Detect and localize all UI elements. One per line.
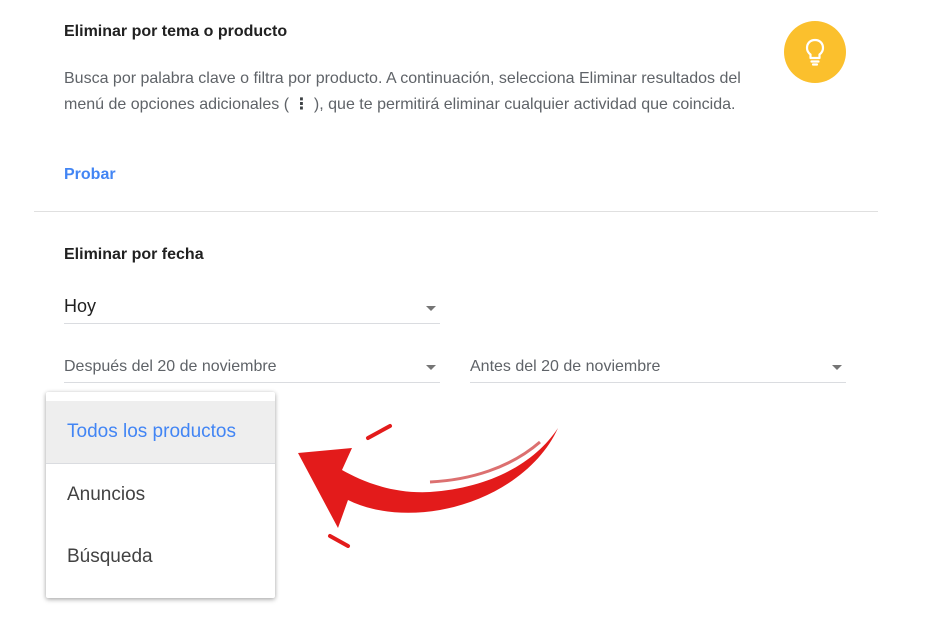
after-date-value: Después del 20 de noviembre bbox=[64, 358, 277, 375]
menu-item-search[interactable]: Búsqueda bbox=[46, 526, 275, 588]
more-options-icon: ⋮ bbox=[293, 96, 310, 113]
after-date-select[interactable]: Después del 20 de noviembre bbox=[64, 352, 440, 383]
menu-item-all-products[interactable]: Todos los productos bbox=[46, 401, 275, 464]
menu-item-ads[interactable]: Anuncios bbox=[46, 464, 275, 526]
date-range-value: Hoy bbox=[64, 296, 97, 316]
topic-section-title: Eliminar por tema o producto bbox=[64, 23, 288, 40]
menu-item-label: Anuncios bbox=[67, 484, 146, 505]
menu-item-label: Todos los productos bbox=[67, 421, 236, 442]
try-link[interactable]: Probar bbox=[64, 166, 116, 184]
date-section-title: Eliminar por fecha bbox=[64, 246, 204, 263]
red-arrow-annotation bbox=[298, 424, 558, 548]
section-divider bbox=[34, 211, 878, 212]
date-range-select[interactable]: Hoy bbox=[64, 293, 440, 324]
product-dropdown-menu: Todos los productos Anuncios Búsqueda bbox=[46, 392, 275, 598]
description-text-part2: ), que te permitirá eliminar cualquier a… bbox=[309, 96, 736, 113]
topic-section-description: Busca por palabra clave o filtra por pro… bbox=[64, 66, 764, 118]
dropdown-arrow-icon bbox=[426, 365, 436, 370]
dropdown-arrow-icon bbox=[832, 365, 842, 370]
before-date-value: Antes del 20 de noviembre bbox=[470, 358, 661, 375]
menu-item-label: Búsqueda bbox=[67, 546, 153, 567]
dropdown-arrow-icon bbox=[426, 306, 436, 311]
lightbulb-icon bbox=[784, 21, 846, 83]
before-date-select[interactable]: Antes del 20 de noviembre bbox=[470, 352, 846, 383]
